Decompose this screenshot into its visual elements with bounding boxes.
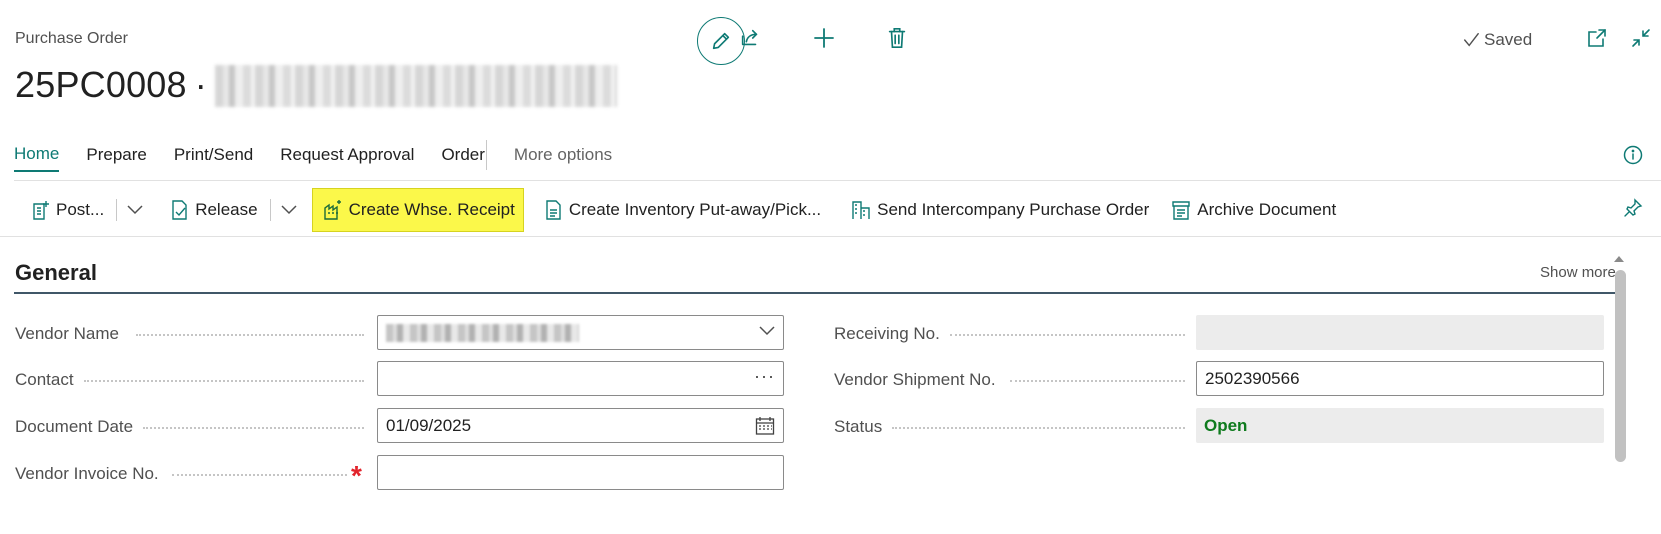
vendor-invoice-no-field[interactable]: [377, 455, 784, 490]
release-split-divider: [269, 199, 271, 221]
tabs-divider: [14, 180, 1661, 181]
release-icon: [171, 200, 189, 220]
info-button[interactable]: [1622, 144, 1644, 166]
plus-icon: [812, 26, 836, 50]
send-intercompany-label: Send Intercompany Purchase Order: [877, 200, 1150, 219]
intercompany-icon: [851, 200, 871, 220]
post-icon: [32, 200, 50, 220]
create-whse-receipt-label: Create Whse. Receipt: [348, 200, 515, 219]
collapse-icon: [1631, 28, 1651, 48]
post-split-divider: [116, 199, 118, 221]
share-button[interactable]: [734, 22, 766, 54]
contact-label: Contact: [15, 370, 74, 389]
chevron-down-icon: [127, 205, 143, 215]
section-underline: [14, 292, 1618, 294]
page-type-label: Purchase Order: [15, 30, 128, 47]
vendor-name-field[interactable]: [377, 315, 784, 350]
tab-print-send[interactable]: Print/Send: [174, 145, 253, 171]
required-indicator: *: [351, 460, 362, 491]
document-date-field[interactable]: 01/09/2025: [377, 408, 784, 443]
receiving-no-field: [1196, 315, 1604, 350]
send-intercompany-po-button[interactable]: Send Intercompany Purchase Order: [843, 190, 1157, 230]
vendor-name-label: Vendor Name: [15, 324, 119, 343]
saved-status: Saved: [1462, 30, 1532, 50]
tab-home[interactable]: Home: [14, 144, 60, 172]
open-new-window-button[interactable]: [1581, 22, 1613, 54]
edit-icon: [710, 30, 732, 52]
status-field: Open: [1196, 408, 1604, 443]
ellipsis-icon[interactable]: ···: [754, 366, 775, 387]
vendor-name-value-redacted: [386, 323, 579, 342]
action-bar: Post... Release Create Whse. Receipt Cre…: [28, 188, 1344, 232]
delete-icon: [887, 27, 907, 49]
info-icon: [1623, 145, 1643, 165]
tab-prepare[interactable]: Prepare: [86, 145, 146, 171]
new-button[interactable]: [808, 22, 840, 54]
vendor-shipment-no-label: Vendor Shipment No.: [834, 370, 996, 389]
chevron-down-icon[interactable]: [759, 325, 775, 337]
action-bar-divider: [0, 236, 1661, 237]
check-icon: [1462, 31, 1480, 49]
tab-more-options[interactable]: More options: [514, 145, 612, 171]
post-dropdown-button[interactable]: [121, 190, 151, 230]
leader-dots: [950, 334, 1185, 336]
delete-button[interactable]: [881, 22, 913, 54]
vendor-shipment-no-field[interactable]: 2502390566: [1196, 361, 1604, 396]
share-icon: [739, 27, 761, 49]
archive-icon: [1171, 200, 1191, 220]
leader-dots: [172, 474, 347, 476]
archive-label: Archive Document: [1197, 200, 1337, 219]
create-inventory-label: Create Inventory Put-away/Pick...: [568, 200, 822, 219]
leader-dots: [143, 427, 364, 429]
post-button[interactable]: Post...: [28, 190, 112, 230]
vendor-invoice-no-label: Vendor Invoice No.: [15, 464, 159, 483]
tab-order[interactable]: Order: [441, 145, 484, 171]
inventory-icon: [545, 200, 563, 220]
show-more-link[interactable]: Show more: [1540, 264, 1616, 281]
pin-action-bar-button[interactable]: [1622, 197, 1644, 219]
tab-request-approval[interactable]: Request Approval: [280, 145, 414, 171]
leader-dots: [136, 334, 364, 336]
title-separator: ·: [194, 64, 207, 105]
calendar-icon[interactable]: [755, 416, 775, 436]
release-dropdown-button[interactable]: [275, 190, 305, 230]
whse-receipt-icon: [323, 200, 343, 220]
vendor-shipment-no-value: 2502390566: [1205, 368, 1300, 388]
release-label: Release: [195, 200, 258, 219]
post-label: Post...: [56, 200, 105, 219]
pin-icon: [1623, 198, 1643, 218]
create-whse-receipt-button[interactable]: Create Whse. Receipt: [311, 188, 524, 232]
tab-divider: [485, 140, 487, 170]
saved-label: Saved: [1484, 30, 1533, 49]
leader-dots: [892, 427, 1185, 429]
contact-field[interactable]: ···: [377, 361, 784, 396]
status-value: Open: [1204, 415, 1248, 435]
action-tabs: Home Prepare Print/Send Request Approval…: [14, 140, 639, 172]
leader-dots: [84, 380, 364, 382]
collapse-button[interactable]: [1625, 22, 1657, 54]
archive-document-button[interactable]: Archive Document: [1163, 190, 1344, 230]
scroll-up-button[interactable]: [1612, 254, 1626, 264]
open-new-window-icon: [1587, 28, 1607, 48]
page-title: 25PC0008 ·: [15, 64, 617, 107]
document-date-label: Document Date: [15, 417, 134, 436]
chevron-down-icon: [281, 205, 297, 215]
document-date-value: 01/09/2025: [386, 415, 472, 435]
release-button[interactable]: Release: [163, 190, 265, 230]
leader-dots: [1010, 380, 1185, 382]
vendor-name-redacted: [214, 65, 617, 107]
section-title-general: General: [15, 260, 97, 285]
vertical-scrollbar-thumb[interactable]: [1615, 270, 1626, 462]
create-inventory-putaway-pick-button[interactable]: Create Inventory Put-away/Pick...: [537, 190, 829, 230]
status-label: Status: [834, 417, 883, 436]
receiving-no-label: Receiving No.: [834, 324, 940, 343]
document-number: 25PC0008: [15, 64, 187, 105]
